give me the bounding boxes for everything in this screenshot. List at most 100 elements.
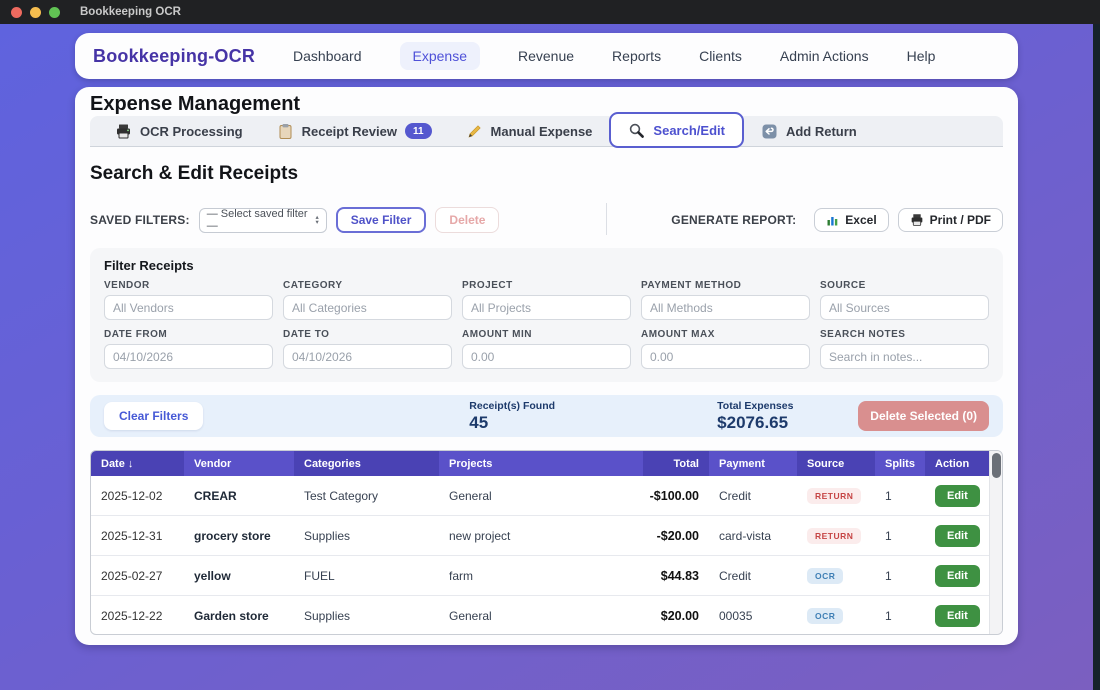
cell-splits: 1 [875, 596, 925, 635]
search-notes-input[interactable] [820, 344, 989, 369]
nav-item-help[interactable]: Help [907, 48, 936, 64]
cell-source: RETURN [797, 516, 875, 555]
cell-categories: FUEL [294, 556, 439, 595]
filter-field-amount-max: AMOUNT MAX [641, 329, 810, 369]
col-header-splits[interactable]: Splits [875, 451, 925, 476]
tab-label: Manual Expense [491, 124, 593, 139]
category-input[interactable] [283, 295, 452, 320]
tab-add-return[interactable]: Add Return [744, 116, 874, 147]
tab-label: Add Return [786, 124, 857, 139]
total-expenses-value: $2076.65 [717, 413, 793, 433]
tab-search-edit[interactable]: Search/Edit [609, 112, 744, 148]
print-button-label: Print / PDF [930, 213, 991, 227]
project-input[interactable] [462, 295, 631, 320]
maximize-window-button[interactable] [49, 7, 60, 18]
col-header-vendor[interactable]: Vendor [184, 451, 294, 476]
date-from-label: DATE FROM [104, 329, 273, 340]
cell-splits: 1 [875, 516, 925, 555]
cell-vendor: CREAR [184, 476, 294, 515]
col-header-payment[interactable]: Payment [709, 451, 797, 476]
amount-max-label: AMOUNT MAX [641, 329, 810, 340]
close-window-button[interactable] [11, 7, 22, 18]
scrollbar-thumb[interactable] [992, 453, 1001, 478]
nav-item-dashboard[interactable]: Dashboard [293, 48, 362, 64]
table-row: 2025-12-02 CREAR Test Category General -… [91, 476, 1002, 516]
filter-panel-title: Filter Receipts [104, 258, 989, 273]
col-header-total[interactable]: Total [643, 451, 709, 476]
saved-filter-select[interactable]: — Select saved filter — ▴▾ [199, 208, 327, 233]
date-from-input[interactable] [104, 344, 273, 369]
delete-selected-button[interactable]: Delete Selected (0) [858, 401, 989, 431]
cell-date: 2025-12-22 [91, 596, 184, 635]
col-header-action[interactable]: Action [925, 451, 989, 476]
app-background: Bookkeeping-OCR Dashboard Expense Revenu… [0, 24, 1093, 690]
receipts-table: Date ↓ Vendor Categories Projects Total … [90, 450, 1003, 635]
search-icon [628, 122, 645, 139]
save-filter-button[interactable]: Save Filter [336, 207, 427, 233]
filter-field-category: CATEGORY [283, 280, 452, 320]
clear-filters-button[interactable]: Clear Filters [104, 402, 203, 430]
nav-links: Dashboard Expense Revenue Reports Client… [293, 42, 935, 70]
total-expenses-label: Total Expenses [717, 400, 793, 412]
col-header-projects[interactable]: Projects [439, 451, 643, 476]
nav-item-admin-actions[interactable]: Admin Actions [780, 48, 869, 64]
expense-management-card: Expense Management OCR Processing Receip… [75, 87, 1018, 645]
filter-field-vendor: VENDOR [104, 280, 273, 320]
table-scrollbar[interactable] [989, 451, 1002, 634]
filter-grid: VENDOR CATEGORY PROJECT PAYMENT METHOD S… [104, 280, 989, 369]
amount-min-input[interactable] [462, 344, 631, 369]
minimize-window-button[interactable] [30, 7, 41, 18]
cell-categories: Supplies [294, 516, 439, 555]
payment-method-input[interactable] [641, 295, 810, 320]
saved-filters-label: SAVED FILTERS: [90, 213, 190, 227]
vendor-input[interactable] [104, 295, 273, 320]
cell-source: RETURN [797, 476, 875, 515]
tab-ocr-processing[interactable]: OCR Processing [98, 116, 260, 147]
edit-button[interactable]: Edit [935, 485, 980, 507]
return-arrow-icon [761, 123, 778, 140]
col-header-categories[interactable]: Categories [294, 451, 439, 476]
cell-source: OCR [797, 556, 875, 595]
edit-button[interactable]: Edit [935, 565, 980, 587]
results-summary-bar: Clear Filters Receipt(s) Found 45 Total … [90, 395, 1003, 437]
delete-filter-button[interactable]: Delete [435, 207, 499, 233]
payment-method-label: PAYMENT METHOD [641, 280, 810, 291]
excel-button-label: Excel [845, 213, 876, 227]
filter-field-date-to: DATE TO [283, 329, 452, 369]
print-pdf-button[interactable]: Print / PDF [898, 208, 1003, 232]
col-header-source[interactable]: Source [797, 451, 875, 476]
table-header-row: Date ↓ Vendor Categories Projects Total … [91, 451, 1002, 476]
nav-item-reports[interactable]: Reports [612, 48, 661, 64]
filter-panel: Filter Receipts VENDOR CATEGORY PROJECT … [90, 248, 1003, 382]
toolbar: SAVED FILTERS: — Select saved filter — ▴… [90, 206, 1003, 234]
filter-field-amount-min: AMOUNT MIN [462, 329, 631, 369]
col-header-date[interactable]: Date ↓ [91, 451, 184, 476]
receipts-found-label: Receipt(s) Found [469, 400, 555, 412]
app-logo[interactable]: Bookkeeping-OCR [93, 46, 255, 67]
date-to-input[interactable] [283, 344, 452, 369]
vendor-label: VENDOR [104, 280, 273, 291]
source-badge: RETURN [807, 528, 861, 544]
cell-date: 2025-12-02 [91, 476, 184, 515]
table-row: 2025-12-31 grocery store Supplies new pr… [91, 516, 1002, 556]
table-row: 2025-12-22 Garden store Supplies General… [91, 596, 1002, 635]
nav-item-clients[interactable]: Clients [699, 48, 742, 64]
toolbar-divider [606, 203, 607, 235]
tab-receipt-review[interactable]: Receipt Review 11 [260, 116, 449, 147]
saved-filter-select-value: — Select saved filter — [207, 208, 311, 232]
cell-categories: Supplies [294, 596, 439, 635]
amount-max-input[interactable] [641, 344, 810, 369]
source-input[interactable] [820, 295, 989, 320]
edit-button[interactable]: Edit [935, 525, 980, 547]
edit-button[interactable]: Edit [935, 605, 980, 627]
top-navigation: Bookkeeping-OCR Dashboard Expense Revenu… [75, 33, 1018, 79]
cell-date: 2025-12-31 [91, 516, 184, 555]
cell-vendor: yellow [184, 556, 294, 595]
tab-manual-expense[interactable]: Manual Expense [449, 116, 610, 147]
excel-report-button[interactable]: Excel [814, 208, 888, 232]
cell-payment: card-vista [709, 516, 797, 555]
nav-item-expense[interactable]: Expense [400, 42, 480, 70]
cell-splits: 1 [875, 556, 925, 595]
cell-action: Edit [925, 516, 989, 555]
nav-item-revenue[interactable]: Revenue [518, 48, 574, 64]
